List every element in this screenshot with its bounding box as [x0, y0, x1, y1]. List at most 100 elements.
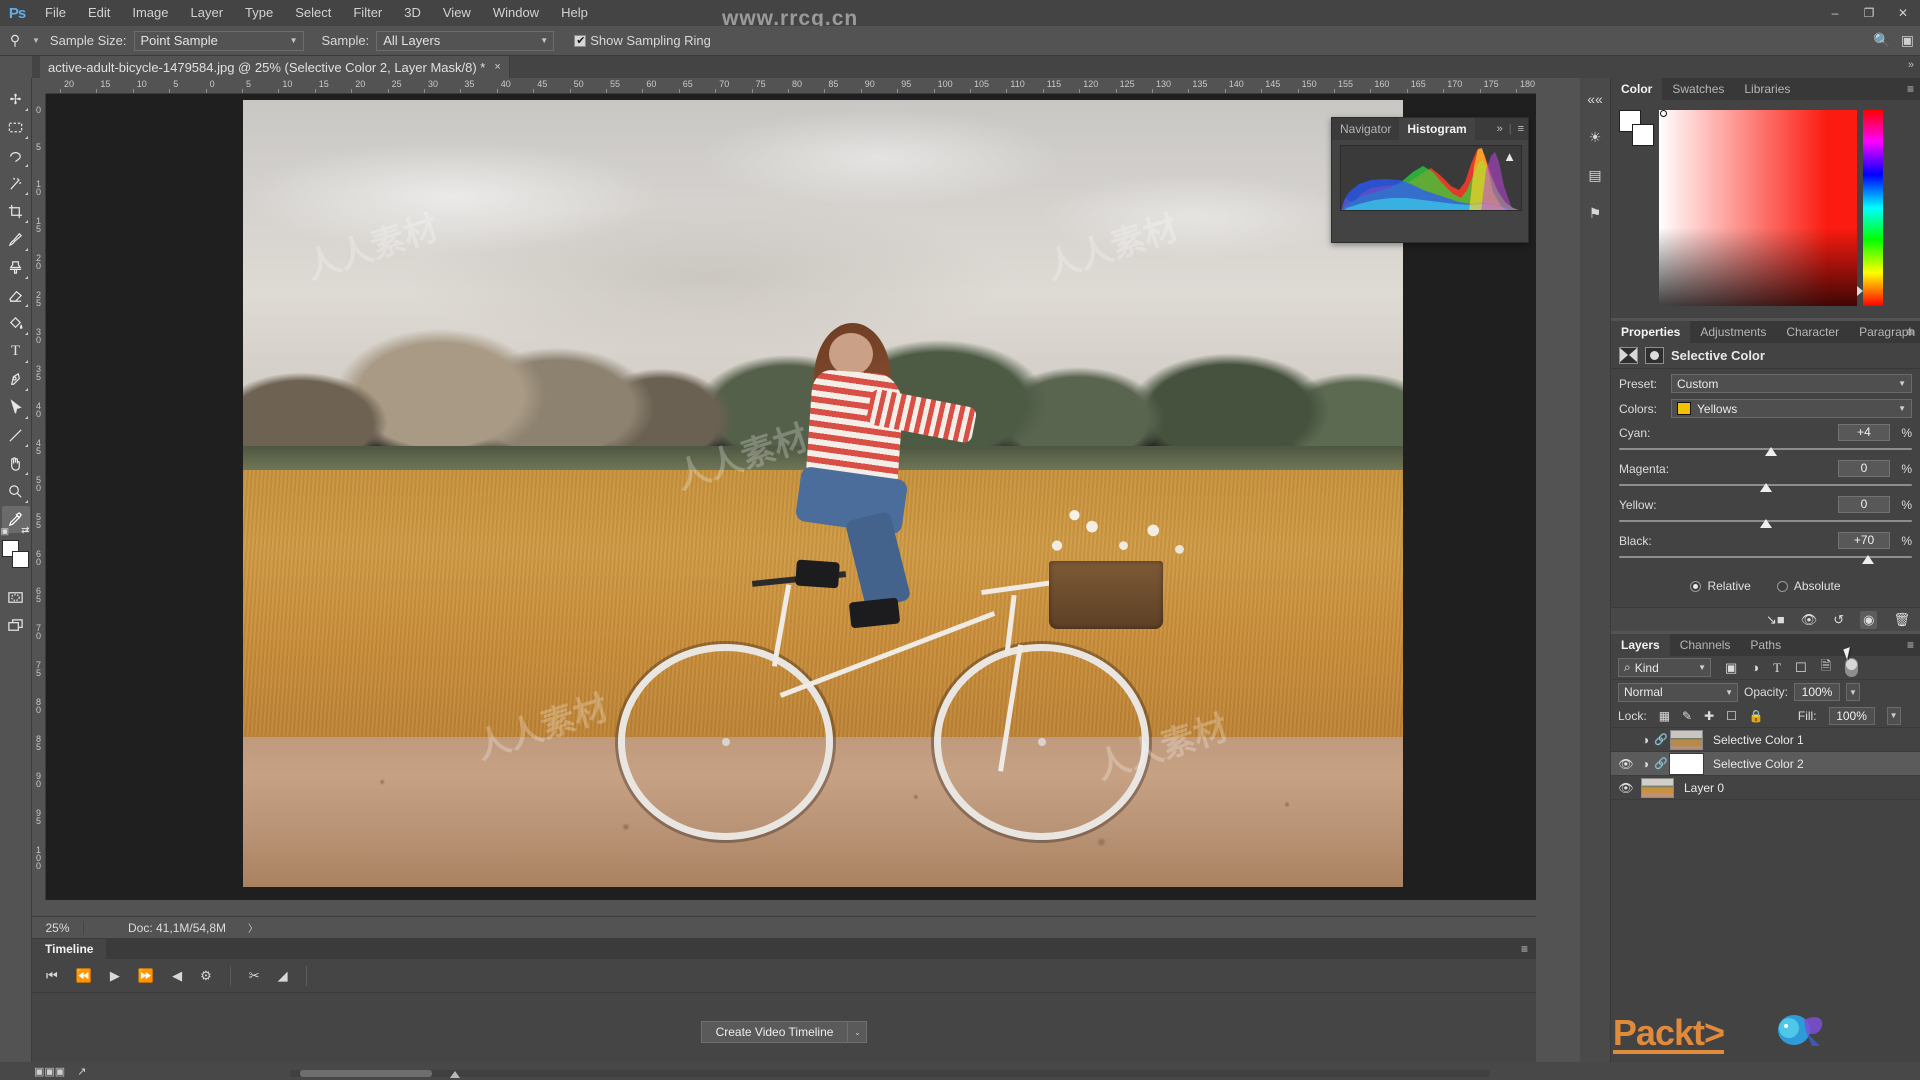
yellow-slider-knob[interactable]: [1759, 519, 1772, 528]
create-video-timeline-button[interactable]: Create Video Timeline: [700, 1021, 849, 1043]
eraser-tool[interactable]: [2, 282, 30, 309]
brush-tool[interactable]: [2, 226, 30, 253]
menu-view[interactable]: View: [432, 0, 482, 26]
swap-colors-icon[interactable]: ⇄: [21, 525, 29, 536]
adjustment-filter-icon[interactable]: ◑: [1751, 660, 1759, 675]
tab-character[interactable]: Character: [1776, 321, 1849, 343]
tab-libraries[interactable]: Libraries: [1734, 78, 1800, 100]
workspace-icon[interactable]: ▣: [1901, 32, 1914, 49]
tab-swatches[interactable]: Swatches: [1662, 78, 1734, 100]
settings-gear-icon[interactable]: ⚙: [200, 968, 212, 984]
magenta-value[interactable]: 0: [1838, 460, 1890, 477]
crop-tool[interactable]: [2, 198, 30, 225]
search-icon[interactable]: 🔍: [1873, 32, 1890, 49]
menu-select[interactable]: Select: [284, 0, 342, 26]
line-tool[interactable]: [2, 422, 30, 449]
pixel-filter-icon[interactable]: ▣: [1725, 660, 1737, 676]
fill-chevron-down-icon[interactable]: ▼: [1886, 706, 1901, 725]
tab-navigator[interactable]: Navigator: [1332, 118, 1399, 140]
sample-size-select[interactable]: Point Sample ▼: [133, 30, 304, 51]
panel-menu-icon[interactable]: ≡: [1907, 325, 1914, 339]
show-sampling-ring-checkbox[interactable]: Show Sampling Ring: [574, 33, 711, 48]
zoom-tool[interactable]: [2, 478, 30, 505]
layer-thumbnail[interactable]: [1641, 777, 1674, 798]
panel-menu-icon[interactable]: ≡: [1907, 638, 1914, 652]
rectangular-marquee-tool[interactable]: [2, 114, 30, 141]
close-icon[interactable]: ✕: [1886, 0, 1920, 26]
panel-menu-icon[interactable]: ≡: [1521, 942, 1528, 956]
minimize-icon[interactable]: ‒: [1818, 0, 1852, 26]
table-row[interactable]: 👁 ◑ 🔗 Selective Color 1: [1611, 728, 1920, 752]
toggle-visibility-icon[interactable]: ◉: [1860, 610, 1878, 629]
screen-mode-toggle[interactable]: [2, 612, 30, 639]
magenta-slider-knob[interactable]: [1759, 483, 1772, 492]
lock-all-icon[interactable]: 🔒: [1749, 709, 1764, 723]
lock-artboard-icon[interactable]: ☐: [1726, 709, 1737, 723]
lock-position-icon[interactable]: ✚: [1704, 709, 1714, 723]
yellow-value[interactable]: 0: [1838, 496, 1890, 513]
smart-object-filter-icon[interactable]: 🗎: [1821, 657, 1831, 679]
split-clip-icon[interactable]: ✂: [249, 968, 260, 984]
menu-help[interactable]: Help: [550, 0, 599, 26]
next-frame-icon[interactable]: ⏩: [138, 968, 154, 984]
cyan-value[interactable]: +4: [1838, 424, 1890, 441]
type-tool[interactable]: T: [2, 338, 30, 365]
restore-icon[interactable]: ❐: [1852, 0, 1886, 26]
color-swatches[interactable]: ▣ ⇄: [1, 525, 31, 572]
layer-visibility-toggle[interactable]: 👁: [1615, 781, 1637, 795]
table-row[interactable]: 👁 Layer 0: [1611, 776, 1920, 800]
previous-frame-icon[interactable]: ⏪: [76, 968, 92, 984]
opacity-value[interactable]: 100%: [1794, 683, 1841, 701]
audio-icon[interactable]: ◀: [172, 968, 182, 984]
blend-mode-select[interactable]: Normal ▼: [1618, 682, 1738, 702]
tab-adjustments[interactable]: Adjustments: [1690, 321, 1776, 343]
tool-preset-chevron-down-icon[interactable]: ▼: [32, 36, 40, 45]
menu-image[interactable]: Image: [121, 0, 179, 26]
layer-name[interactable]: Selective Color 2: [1713, 757, 1804, 771]
timeline-playhead-icon[interactable]: [450, 1071, 460, 1078]
status-expand-icon[interactable]: 〉: [248, 920, 258, 935]
background-color-swatch[interactable]: [1632, 124, 1654, 146]
tab-layers[interactable]: Layers: [1611, 634, 1670, 656]
colors-select[interactable]: Yellows ▼: [1671, 399, 1912, 418]
panel-menu-icon[interactable]: ≡: [1907, 82, 1914, 96]
layer-visibility-toggle[interactable]: 👁: [1615, 757, 1637, 771]
chevron-down-icon[interactable]: ⌄: [848, 1021, 868, 1043]
menu-layer[interactable]: Layer: [180, 0, 235, 26]
link-mask-icon[interactable]: 🔗: [1654, 757, 1668, 770]
horizontal-ruler[interactable]: 20 15 10 5 0 5 10 15 20 25 30 35 40 45 50 55 60 65 70 75 80 8…: [46, 78, 1536, 94]
color-rail-icon[interactable]: ☀: [1583, 126, 1607, 148]
paint-bucket-tool[interactable]: [2, 310, 30, 337]
tab-color[interactable]: Color: [1611, 78, 1663, 100]
reset-icon[interactable]: ↺: [1833, 612, 1844, 628]
lock-image-icon[interactable]: ✎: [1682, 709, 1692, 723]
collapse-icon[interactable]: »: [1908, 59, 1914, 71]
delete-icon[interactable]: 🗑: [1893, 612, 1910, 628]
horizontal-scrollbar-track[interactable]: [290, 1070, 1490, 1077]
color-field-marker[interactable]: [1660, 110, 1667, 117]
color-field[interactable]: [1659, 110, 1857, 306]
default-colors-icon[interactable]: ▣: [1, 526, 10, 537]
panel-menu-icon[interactable]: ≡: [1518, 123, 1524, 135]
layer-name[interactable]: Selective Color 1: [1713, 733, 1804, 747]
hue-strip[interactable]: [1863, 110, 1883, 306]
menu-type[interactable]: Type: [234, 0, 284, 26]
view-previous-state-icon[interactable]: 👁: [1801, 612, 1818, 628]
play-icon[interactable]: ▶: [110, 968, 120, 984]
screen-mode-icon[interactable]: ▣▣▣: [34, 1065, 65, 1078]
go-to-first-frame-icon[interactable]: ⏮: [46, 968, 58, 984]
adjustments-rail-icon[interactable]: ▤: [1583, 164, 1607, 186]
pen-tool[interactable]: [2, 366, 30, 393]
tab-paths[interactable]: Paths: [1740, 634, 1791, 656]
tab-histogram[interactable]: Histogram: [1399, 118, 1475, 140]
absolute-radio[interactable]: Absolute: [1776, 579, 1841, 593]
shape-filter-icon[interactable]: ☐: [1795, 660, 1807, 676]
layer-name[interactable]: Layer 0: [1684, 781, 1724, 795]
document-tab[interactable]: active-adult-bicycle-1479584.jpg @ 25% (…: [40, 56, 510, 78]
cyan-slider-knob[interactable]: [1765, 447, 1778, 456]
link-mask-icon[interactable]: 🔗: [1654, 733, 1668, 746]
background-color-swatch[interactable]: [11, 551, 29, 568]
document-viewport[interactable]: 人人素材 人人素材 人人素材 人人素材 人人素材: [46, 94, 1536, 900]
menu-filter[interactable]: Filter: [342, 0, 393, 26]
libraries-rail-icon[interactable]: ⚑: [1583, 202, 1607, 224]
